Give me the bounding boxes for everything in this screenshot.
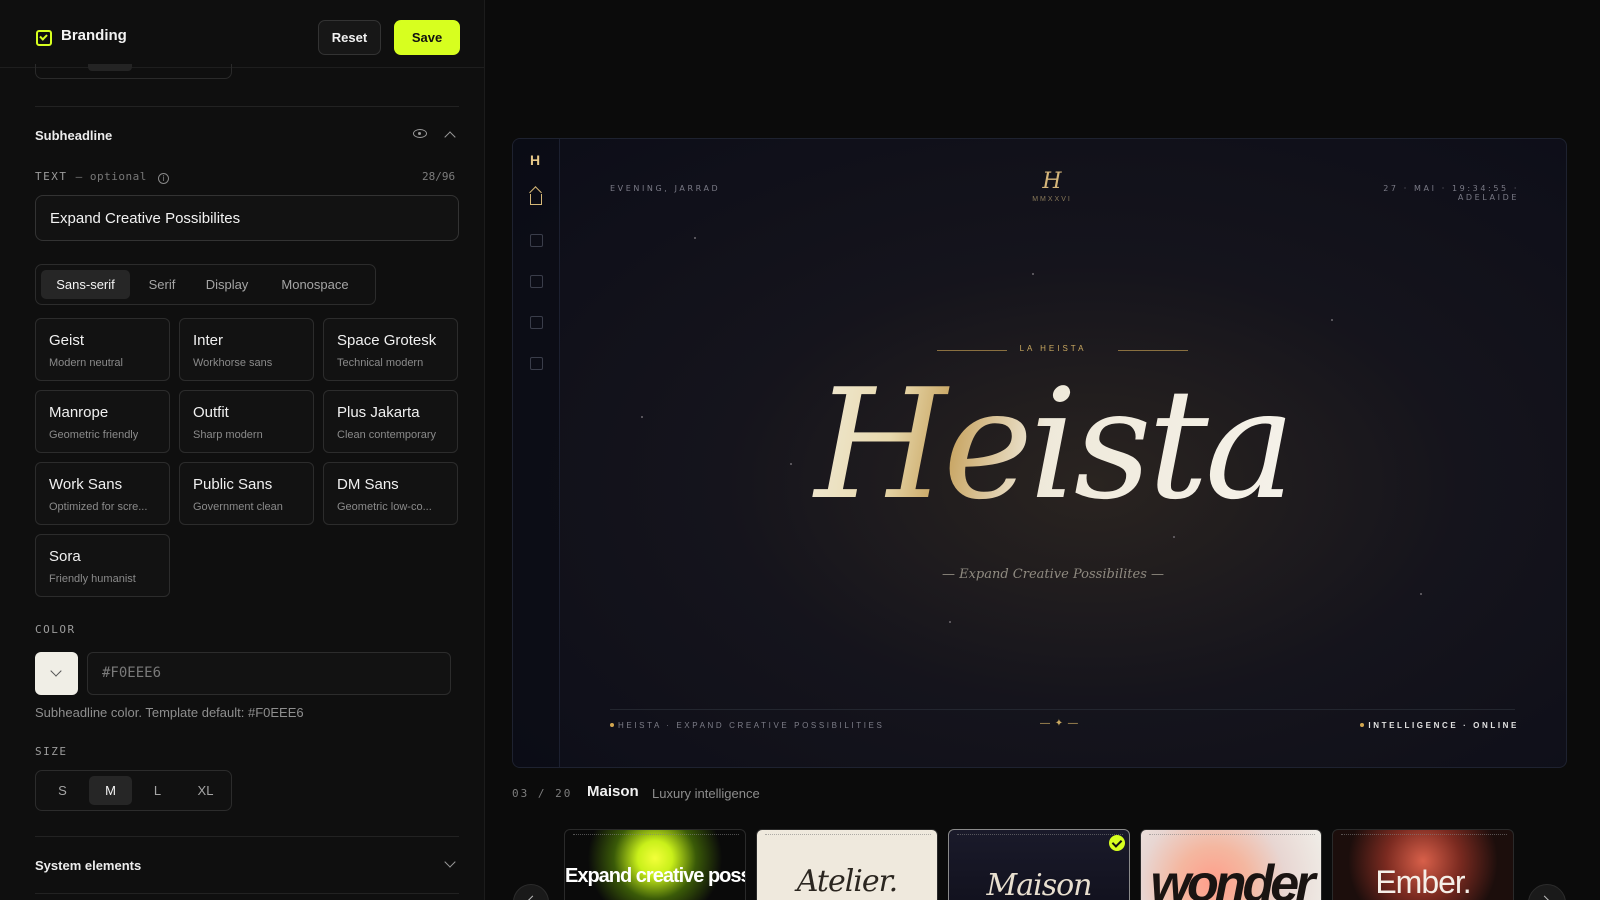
chevron-down-icon: [50, 665, 62, 677]
star-dot: [1331, 319, 1333, 321]
preview-greeting: EVENING, JARRAD: [610, 184, 721, 193]
expand-chevron-down-icon[interactable]: [444, 856, 456, 868]
font-option-manrope[interactable]: Manrope Geometric friendly: [35, 390, 170, 453]
size-option-s[interactable]: S: [41, 776, 84, 805]
previous-size-control: [35, 64, 232, 79]
rail-logo: H: [530, 152, 541, 168]
star-dot: [694, 237, 696, 239]
system-elements-section-title[interactable]: System elements: [35, 858, 141, 873]
font-option-space-grotesk[interactable]: Space Grotesk Technical modern: [323, 318, 458, 381]
kicker-rule-left: [937, 350, 1007, 351]
template-description: Luxury intelligence: [652, 786, 760, 801]
size-label: SIZE: [35, 745, 68, 758]
template-thumbnail-selected[interactable]: Maison: [948, 829, 1130, 900]
square-icon: [530, 316, 543, 329]
settings-panel: Branding Reset Save Subheadline TEXT — o…: [0, 0, 485, 900]
divider: [35, 106, 459, 107]
size-option-l[interactable]: L: [136, 776, 179, 805]
template-thumbnail[interactable]: wonder: [1140, 829, 1322, 900]
info-icon[interactable]: i: [157, 173, 169, 184]
template-thumbnail[interactable]: Expand creative possibilities: [564, 829, 746, 900]
font-option-public-sans[interactable]: Public Sans Government clean: [179, 462, 314, 525]
square-icon: [530, 275, 543, 288]
template-thumbnail[interactable]: Ember.: [1332, 829, 1514, 900]
font-option-inter[interactable]: Inter Workhorse sans: [179, 318, 314, 381]
template-preview: H EVENING, JARRAD H MMXXVI 27 · MAI · 19…: [512, 138, 1567, 768]
tab-monospace[interactable]: Monospace: [267, 270, 363, 299]
square-icon: [530, 357, 543, 370]
color-swatch-picker[interactable]: [35, 652, 78, 695]
status-dot: [610, 723, 614, 727]
color-label: COLOR: [35, 623, 76, 636]
preview-datetime: 27 · MAI · 19:34:55 · ADELAIDE: [1383, 184, 1519, 202]
font-option-dm-sans[interactable]: DM Sans Geometric low-co...: [323, 462, 458, 525]
star-dot: [1173, 536, 1175, 538]
collapse-chevron-up-icon[interactable]: [444, 131, 456, 143]
text-field-label: TEXT — optional i: [35, 170, 169, 184]
panel-title: Branding: [61, 27, 127, 44]
chevron-left-icon: [527, 895, 538, 900]
panel-header: Branding Reset Save: [0, 0, 484, 68]
preview-monogram: H: [1042, 169, 1062, 194]
font-category-tabs: Sans-serif Serif Display Monospace: [35, 264, 376, 305]
character-counter: 28/96: [422, 170, 456, 183]
save-button[interactable]: Save: [394, 20, 460, 55]
font-option-plus-jakarta[interactable]: Plus Jakarta Clean contemporary: [323, 390, 458, 453]
carousel-prev-button[interactable]: [513, 884, 549, 900]
preview-kicker: LA HEISTA: [1019, 344, 1087, 353]
tab-sans-serif[interactable]: Sans-serif: [41, 270, 130, 299]
square-icon: [530, 234, 543, 247]
font-option-outfit[interactable]: Outfit Sharp modern: [179, 390, 314, 453]
preview-footer-rule: [610, 709, 1515, 710]
thumbnail-nav-strip: [765, 834, 931, 836]
font-option-geist[interactable]: Geist Modern neutral: [35, 318, 170, 381]
preview-side-rail: H: [513, 139, 560, 767]
divider: [35, 836, 459, 837]
size-option-xl[interactable]: XL: [184, 776, 227, 805]
tab-display[interactable]: Display: [194, 270, 260, 299]
preview-year: MMXXVI: [1032, 196, 1072, 203]
chevron-right-icon: [1539, 895, 1550, 900]
kicker-rule-right: [1118, 350, 1188, 351]
visibility-eye-icon[interactable]: [413, 129, 427, 138]
subheadline-text-input[interactable]: [35, 195, 459, 241]
preview-subheadline: — Expand Creative Possibilites —: [941, 567, 1165, 582]
size-option-m[interactable]: M: [89, 776, 132, 805]
color-hex-input[interactable]: #F0EEE6: [87, 652, 451, 695]
template-index: 03 / 20: [512, 787, 573, 800]
star-dot: [1420, 593, 1422, 595]
color-help-text: Subheadline color. Template default: #F0…: [35, 705, 304, 720]
divider: [35, 893, 459, 894]
preview-footer-right: INTELLIGENCE · ONLINE: [1325, 721, 1519, 730]
carousel-next-button[interactable]: [1528, 884, 1566, 900]
thumbnail-nav-strip: [1341, 834, 1507, 836]
preview-hero-title: Heista: [773, 369, 1333, 521]
template-thumbnail[interactable]: Atelier.: [756, 829, 938, 900]
home-icon: [530, 194, 542, 205]
selected-check-icon: [1109, 835, 1125, 851]
branding-icon: [36, 30, 52, 46]
subheadline-section-title[interactable]: Subheadline: [35, 128, 112, 143]
thumbnail-nav-strip: [573, 834, 739, 836]
star-dot: [641, 416, 643, 418]
thumbnail-nav-strip: [957, 834, 1123, 836]
preview-footer-ornament: — ✦ —: [1040, 718, 1079, 729]
reset-button[interactable]: Reset: [318, 20, 381, 55]
template-name: Maison: [587, 783, 639, 800]
status-dot: [1360, 723, 1365, 727]
star-dot: [949, 621, 951, 623]
font-option-sora[interactable]: Sora Friendly humanist: [35, 534, 170, 597]
font-option-work-sans[interactable]: Work Sans Optimized for scre...: [35, 462, 170, 525]
size-selector: S M L XL: [35, 770, 232, 811]
preview-footer-left: HEISTA · EXPAND CREATIVE POSSIBILITIES: [610, 721, 884, 730]
star-dot: [1032, 273, 1034, 275]
thumbnail-nav-strip: [1149, 834, 1315, 836]
tab-serif[interactable]: Serif: [137, 270, 187, 299]
